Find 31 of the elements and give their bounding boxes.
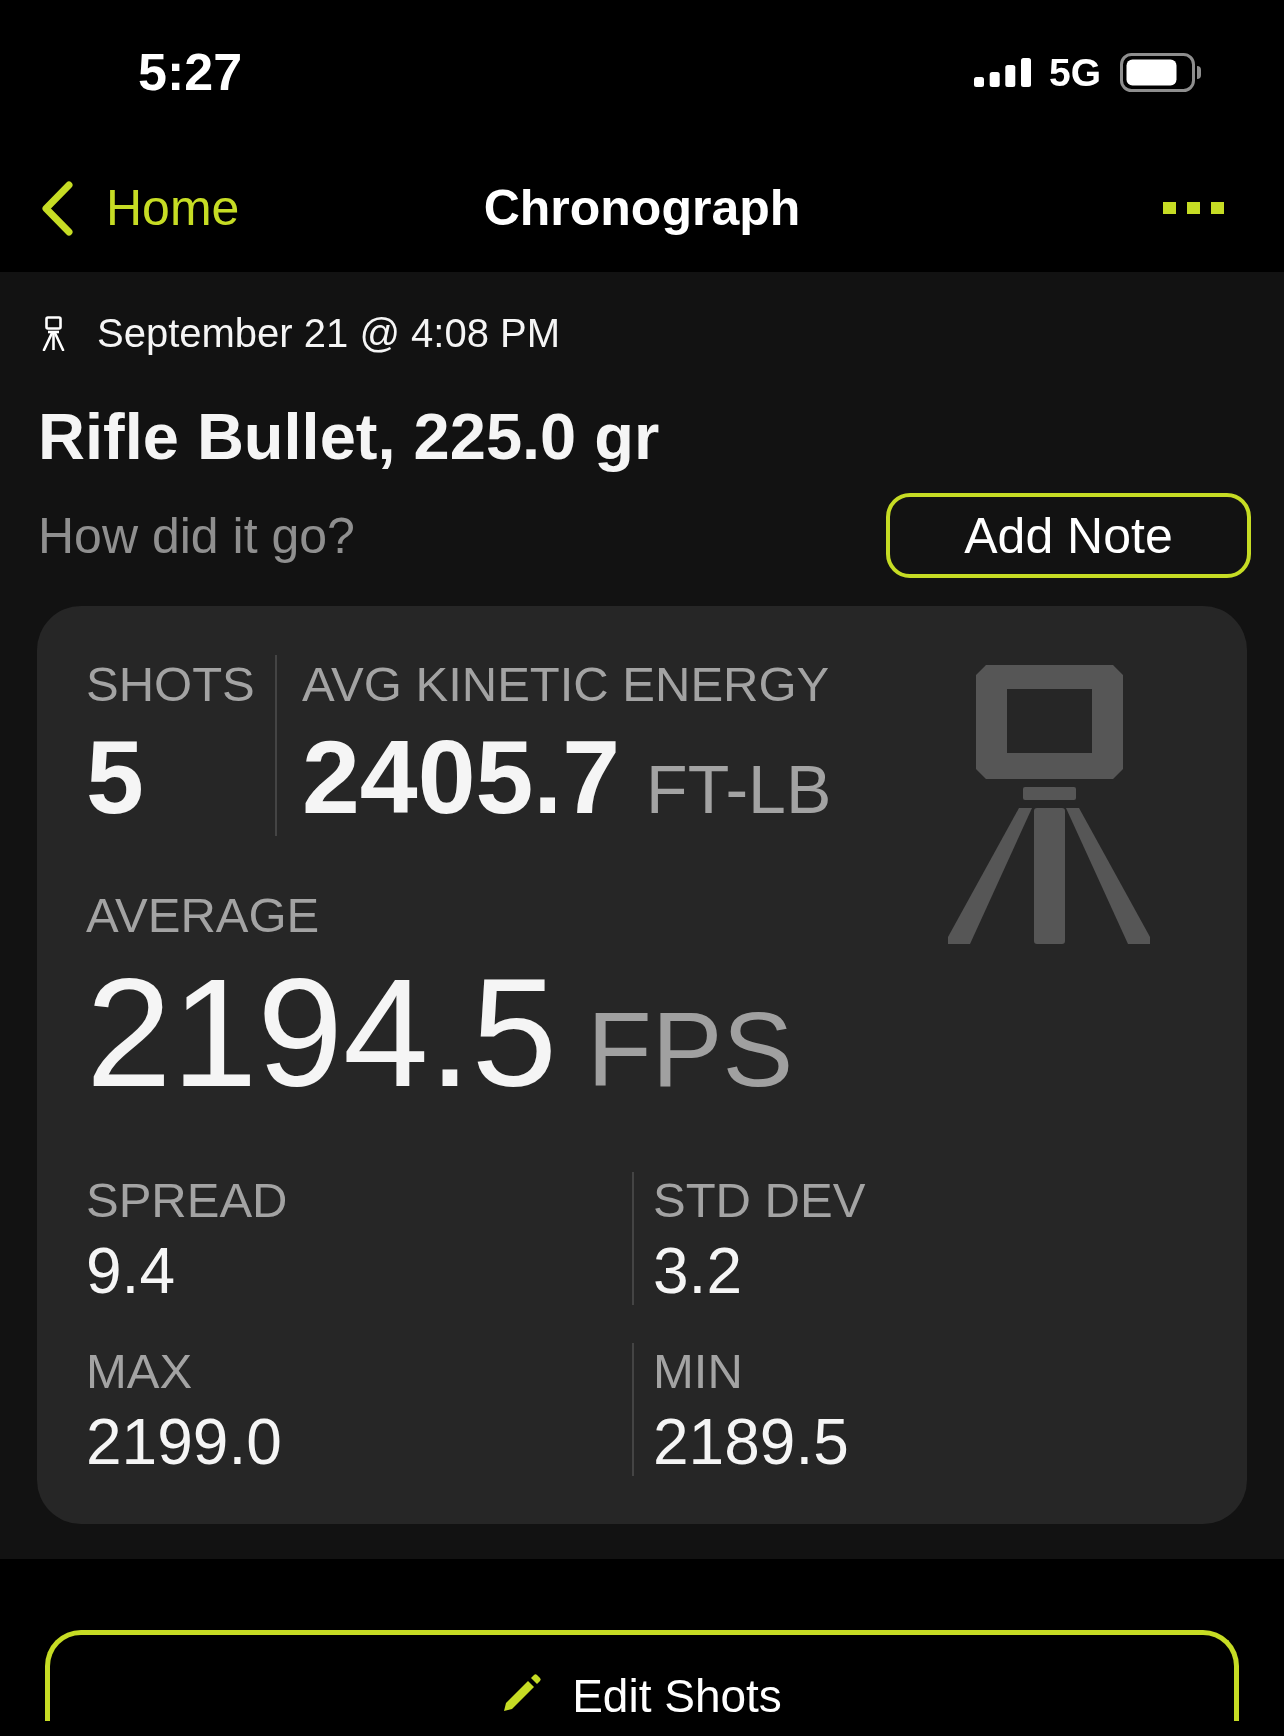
session-date: September 21 @ 4:08 PM xyxy=(97,313,561,353)
stat-value: 2405.7 xyxy=(302,725,621,829)
stat-label: AVERAGE xyxy=(86,891,320,940)
stat-label: AVG KINETIC ENERGY xyxy=(302,660,830,709)
camera-tripod-icon xyxy=(948,665,1150,944)
unit-label: FPS xyxy=(587,996,794,1102)
stat-value: 3.2 xyxy=(653,1239,742,1303)
average-value: 2194.5 xyxy=(86,956,558,1110)
stat-label: SHOTS xyxy=(86,660,255,709)
stat-label: STD DEV xyxy=(653,1176,866,1225)
stat-value: 2189.5 xyxy=(653,1410,849,1474)
pencil-icon xyxy=(502,1673,543,1713)
stat-value: 5 xyxy=(86,725,144,829)
more-icon xyxy=(1163,202,1224,214)
note-prompt: How did it go? xyxy=(38,510,355,561)
battery-icon xyxy=(1120,52,1202,92)
stat-label: MAX xyxy=(86,1347,193,1396)
add-note-button[interactable]: Add Note xyxy=(886,493,1251,578)
status-time: 5:27 xyxy=(138,46,243,98)
screen-title: Chronograph xyxy=(483,183,801,233)
network-label: 5G xyxy=(1048,52,1101,92)
stat-label: MIN xyxy=(653,1347,743,1396)
stat-value: 9.4 xyxy=(86,1239,175,1303)
edit-shots-button[interactable]: Edit Shots xyxy=(45,1630,1239,1721)
chevron-left-icon xyxy=(40,179,74,237)
stat-value: 2199.0 xyxy=(86,1410,282,1474)
camera-tripod-icon xyxy=(41,315,66,351)
back-button[interactable]: Home xyxy=(40,179,240,237)
stat-label: SPREAD xyxy=(86,1176,288,1225)
signal-icon xyxy=(973,57,1031,87)
unit-label: FT-LB xyxy=(646,755,832,823)
